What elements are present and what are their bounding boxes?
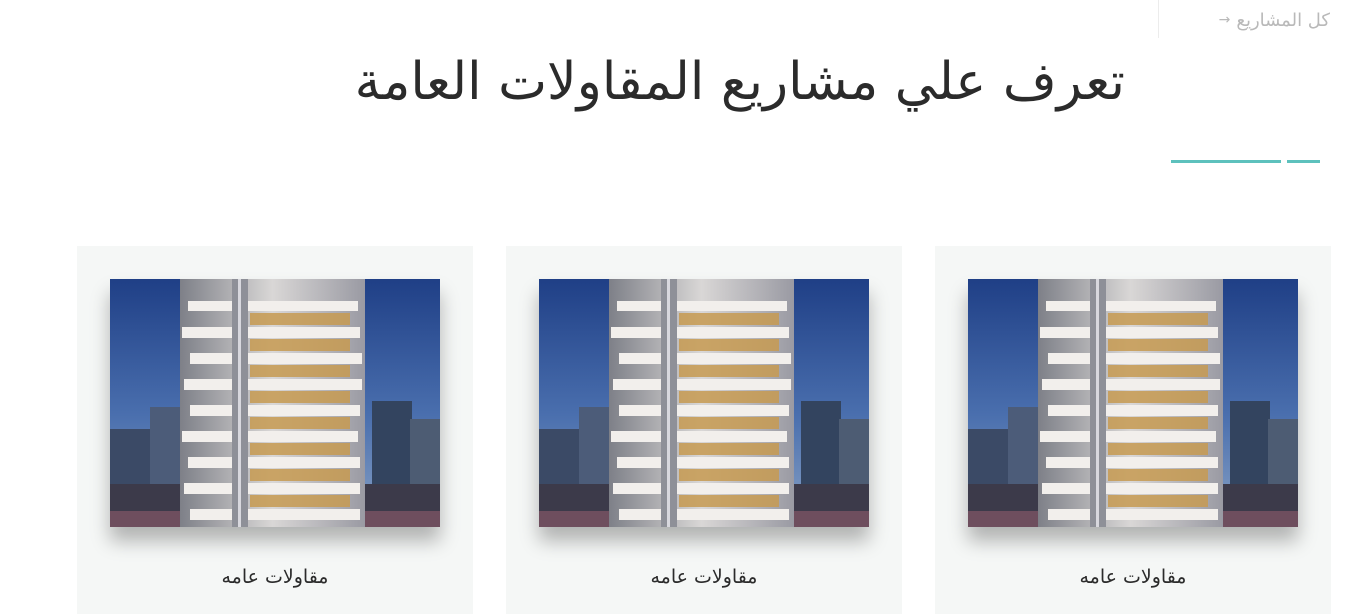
section-title: تعرف علي مشاريع المقاولات العامة	[354, 52, 1125, 112]
project-title[interactable]: مقاولات عامه	[506, 566, 902, 588]
project-card[interactable]: مقاولات عامه	[935, 246, 1331, 614]
project-title[interactable]: مقاولات عامه	[77, 566, 473, 588]
project-image[interactable]	[110, 279, 440, 527]
project-card[interactable]: مقاولات عامه	[77, 246, 473, 614]
divider	[1158, 0, 1159, 38]
project-card[interactable]: مقاولات عامه	[506, 246, 902, 614]
all-projects-label: كل المشاريع	[1236, 9, 1330, 31]
arrow-left-icon: →	[1218, 12, 1231, 28]
all-projects-link[interactable]: كل المشاريع →	[1219, 6, 1330, 34]
projects-section: كل المشاريع → تعرف علي مشاريع المقاولات …	[0, 0, 1365, 614]
project-image[interactable]	[539, 279, 869, 527]
title-underline	[1171, 160, 1281, 163]
title-underline-accent	[1287, 160, 1320, 163]
project-image[interactable]	[968, 279, 1298, 527]
project-title[interactable]: مقاولات عامه	[935, 566, 1331, 588]
